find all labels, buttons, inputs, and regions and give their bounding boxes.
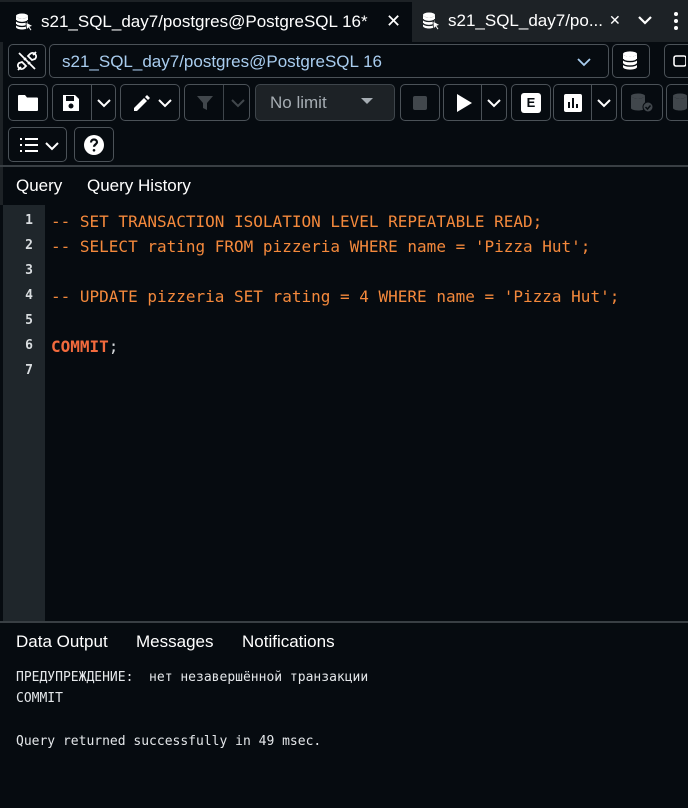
chart-icon (564, 93, 582, 112)
code-line: COMMIT; (51, 337, 118, 356)
connection-status-button[interactable] (8, 44, 46, 78)
chevron-down-icon (577, 58, 591, 67)
close-tab-icon[interactable]: ✕ (609, 12, 621, 29)
execute-button[interactable] (443, 84, 507, 121)
disconnected-plug-icon (16, 51, 38, 71)
line-number: 2 (25, 238, 33, 253)
line-number: 3 (25, 263, 33, 278)
tab-query-active[interactable]: s21_SQL_day7/postgres@PostgreSQL 16* ✕ (0, 0, 412, 42)
caret-down-icon (361, 98, 373, 104)
database-check-icon (631, 93, 654, 112)
query-tabs: Query Query History (0, 165, 688, 207)
connection-bar: s21_SQL_day7/postgres@PostgreSQL 16 (0, 42, 688, 82)
filter-icon (197, 95, 213, 110)
commit-button[interactable] (621, 84, 663, 121)
edit-button[interactable] (120, 84, 180, 121)
divider (223, 85, 224, 120)
connection-select[interactable]: s21_SQL_day7/postgres@PostgreSQL 16 (49, 44, 609, 78)
message-line: COMMIT (16, 691, 63, 706)
query-toolbar-secondary (0, 126, 688, 164)
tab-data-output[interactable]: Data Output (16, 632, 108, 652)
chevron-down-icon[interactable] (636, 11, 654, 29)
save-file-button[interactable] (52, 84, 116, 121)
database-icon (15, 13, 34, 32)
save-icon (63, 94, 79, 111)
line-number-gutter: 1 2 3 4 5 6 7 (3, 205, 45, 621)
tab-query-history[interactable]: Query History (87, 176, 191, 196)
line-number: 6 (25, 338, 33, 353)
tab-label: s21_SQL_day7/postgres@PostgreSQL 16* (41, 12, 368, 31)
macros-button[interactable] (8, 127, 67, 162)
message-line: Query returned successfully in 49 msec. (16, 734, 322, 749)
chevron-down-icon (45, 142, 59, 151)
explain-button[interactable]: E (511, 84, 551, 121)
filter-button[interactable] (184, 84, 250, 121)
chevron-down-icon[interactable] (486, 96, 502, 110)
code-line: -- UPDATE pizzeria SET rating = 4 WHERE … (51, 287, 620, 306)
close-tab-icon[interactable]: ✕ (386, 11, 401, 32)
list-icon (20, 137, 38, 152)
play-icon (457, 93, 472, 112)
open-file-button[interactable] (8, 84, 48, 121)
line-number: 7 (25, 363, 33, 378)
chevron-down-icon[interactable] (230, 96, 246, 110)
sql-keyword: COMMIT (51, 337, 109, 356)
more-options-icon[interactable] (664, 9, 688, 33)
messages-panel: ПРЕДУПРЕЖДЕНИЕ: нет незавершённой транза… (0, 659, 688, 808)
add-icon (673, 55, 686, 67)
sql-punctuation: ; (108, 337, 119, 356)
rollback-button[interactable] (666, 84, 688, 121)
line-number: 5 (25, 313, 33, 328)
database-rollback-icon (673, 93, 687, 110)
line-number: 4 (25, 288, 33, 303)
line-number: 1 (25, 213, 33, 228)
stop-button[interactable] (400, 84, 440, 121)
new-query-tool-button[interactable] (664, 44, 688, 78)
database-icon (622, 51, 638, 70)
divider (591, 85, 592, 120)
result-tabs: Data Output Messages Notifications (0, 621, 688, 663)
help-button[interactable] (74, 127, 114, 162)
divider (481, 85, 482, 120)
folder-icon (18, 94, 38, 111)
connection-label: s21_SQL_day7/postgres@PostgreSQL 16 (62, 52, 382, 71)
explain-icon: E (521, 92, 541, 113)
pencil-icon (134, 94, 150, 111)
database-icon (422, 12, 441, 31)
chevron-down-icon[interactable] (596, 96, 612, 110)
help-icon (84, 134, 104, 155)
tab-query-second[interactable]: s21_SQL_day7/po... ✕ (413, 0, 628, 42)
row-limit-select[interactable]: No limit (255, 84, 395, 121)
row-limit-label: No limit (270, 93, 327, 112)
new-connection-button[interactable] (612, 44, 650, 78)
code-line: -- SET TRANSACTION ISOLATION LEVEL REPEA… (51, 212, 543, 231)
sql-editor[interactable]: 1 2 3 4 5 6 7 -- SET TRANSACTION ISOLATI… (0, 205, 688, 621)
tab-query[interactable]: Query (16, 176, 63, 207)
query-toolbar: No limit E (0, 84, 688, 124)
explain-analyze-button[interactable] (553, 84, 617, 121)
tab-notifications[interactable]: Notifications (242, 632, 335, 652)
stop-icon (413, 95, 427, 110)
chevron-down-icon[interactable] (157, 96, 173, 110)
chevron-down-icon[interactable] (96, 96, 112, 110)
divider (91, 85, 92, 120)
editor-tab-strip: s21_SQL_day7/postgres@PostgreSQL 16* ✕ s… (0, 0, 688, 42)
message-line: ПРЕДУПРЕЖДЕНИЕ: нет незавершённой транза… (16, 670, 369, 685)
code-line: -- SELECT rating FROM pizzeria WHERE nam… (51, 237, 591, 256)
tab-label: s21_SQL_day7/po... (448, 11, 604, 30)
